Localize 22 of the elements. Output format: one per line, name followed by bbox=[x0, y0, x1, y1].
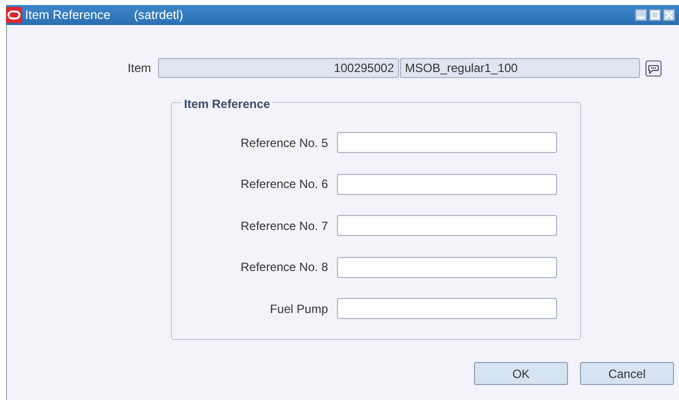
input-field[interactable] bbox=[337, 174, 557, 195]
input-field[interactable] bbox=[337, 298, 557, 320]
field-label: Reference No. 6 bbox=[240, 176, 329, 194]
close-icon[interactable] bbox=[663, 9, 675, 21]
maximize-icon[interactable] bbox=[649, 9, 661, 21]
window-subtitle: (satrdetl) bbox=[134, 6, 184, 24]
item-label: Item bbox=[126, 60, 152, 77]
dialog-button[interactable]: OK bbox=[474, 362, 568, 385]
field-label: Reference No. 5 bbox=[240, 134, 329, 152]
minimize-icon[interactable] bbox=[635, 9, 647, 21]
window-title: Item Reference bbox=[25, 6, 112, 24]
field-label: Reference No. 7 bbox=[240, 218, 329, 235]
field-label: Reference No. 8 bbox=[240, 259, 329, 276]
input-field[interactable] bbox=[337, 215, 557, 236]
field-label: Fuel Pump bbox=[268, 300, 329, 318]
dialog-button[interactable]: Cancel bbox=[580, 362, 674, 385]
comment-icon[interactable] bbox=[645, 60, 662, 76]
item-number-field: 100295002 bbox=[158, 58, 399, 78]
logo-icon bbox=[6, 7, 22, 23]
input-field[interactable] bbox=[337, 256, 557, 278]
input-field[interactable] bbox=[337, 132, 557, 154]
item-description-field: MSOB_regular1_100 bbox=[400, 58, 640, 78]
